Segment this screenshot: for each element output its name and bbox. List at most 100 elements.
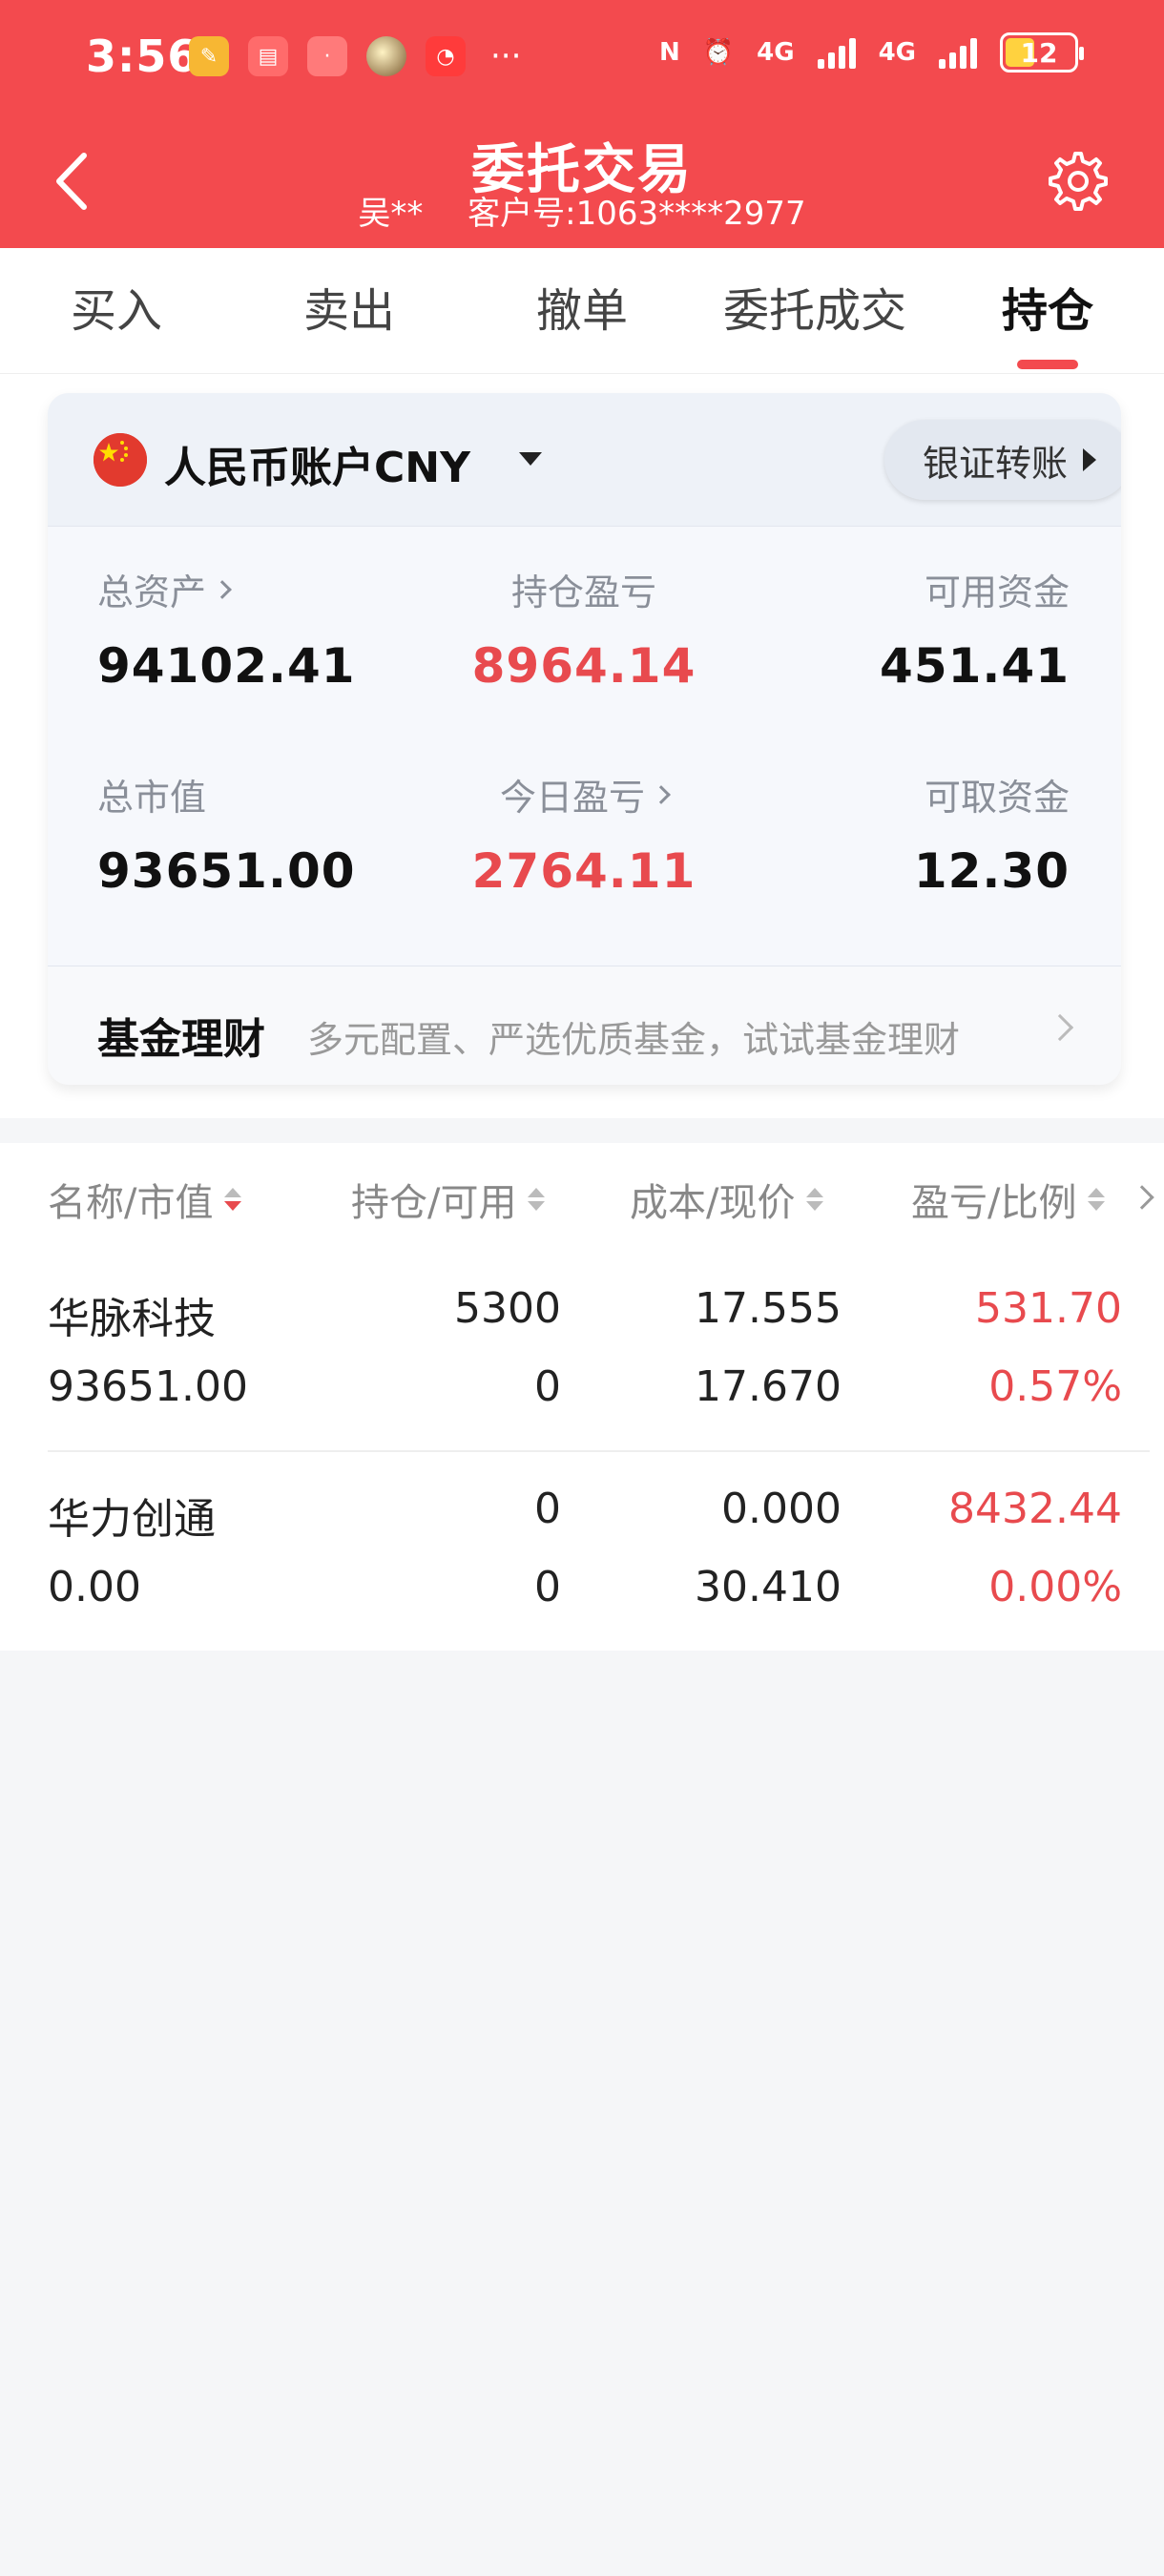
- signal-icon-2: [939, 36, 977, 69]
- tab-sell[interactable]: 卖出: [233, 248, 466, 373]
- metric-label: 总资产: [97, 563, 356, 615]
- tab-order-records[interactable]: 委托成交: [698, 248, 931, 373]
- header-position[interactable]: 持仓/可用: [351, 1172, 546, 1227]
- nfc-icon: N: [658, 38, 680, 67]
- tab-buy[interactable]: 买入: [0, 248, 233, 373]
- account-subtitle: 吴** 客户号:1063****2977: [0, 187, 1164, 234]
- more-notifications-icon: ···: [490, 37, 522, 75]
- header-bar: 3:56 ✎ ▤ · ◔ ··· N ⏰ 4G 4G 12 委托交易 吴** 客…: [0, 0, 1164, 248]
- chevron-right-icon: [652, 784, 671, 804]
- account-card: 人民币账户CNY 银证转账 总资产 94102.41 持仓盈亏 8964.14 …: [48, 393, 1121, 1085]
- market-value-value: 93651.00: [97, 843, 356, 899]
- stock-available: 0: [534, 1362, 561, 1411]
- tab-cancel-order[interactable]: 撤单: [466, 248, 698, 373]
- stock-position: 5300: [454, 1284, 561, 1333]
- withdrawable-funds-value: 12.30: [913, 843, 1070, 899]
- metric-available-funds: 可用资金 451.41: [726, 563, 1070, 694]
- chevron-right-icon[interactable]: [1130, 1185, 1154, 1210]
- sort-icon: [1088, 1188, 1106, 1211]
- network-type-1: 4G: [757, 38, 795, 67]
- user-name: 吴**: [358, 195, 424, 233]
- position-pnl-label: 持仓盈亏: [510, 571, 656, 613]
- holdings-table: 名称/市值 持仓/可用 成本/现价 盈亏/比例 华脉科技 93651.00 53…: [0, 1143, 1164, 1651]
- book-app-icon: ▤: [248, 36, 288, 76]
- chevron-right-icon: [213, 579, 232, 599]
- metric-market-value: 总市值 93651.00: [97, 768, 356, 899]
- total-assets-value: 94102.41: [97, 638, 356, 694]
- customer-id: 客户号:1063****2977: [468, 195, 806, 233]
- row-divider: [48, 1450, 1150, 1452]
- system-status: N ⏰ 4G 4G 12: [658, 32, 1084, 73]
- stock-name: 华力创通: [48, 1495, 216, 1544]
- account-selector[interactable]: 人民币账户CNY: [164, 433, 470, 494]
- header-cost[interactable]: 成本/现价: [630, 1172, 824, 1227]
- stock-pnl: 8432.44: [948, 1485, 1122, 1533]
- gear-icon: [1049, 152, 1108, 211]
- bank-transfer-label: 银证转账: [922, 442, 1068, 485]
- settings-button[interactable]: [1040, 143, 1116, 219]
- table-row[interactable]: 华力创通 0.00 0 0 0.000 30.410 8432.44 0.00%: [0, 1477, 1164, 1673]
- stock-price: 17.670: [695, 1362, 842, 1411]
- fund-title: 基金理财: [97, 1015, 265, 1064]
- header-cost-label: 成本/现价: [630, 1181, 796, 1225]
- notification-icons: ✎ ▤ · ◔ ···: [189, 36, 521, 76]
- metric-withdrawable-funds: 可取资金 12.30: [726, 768, 1070, 899]
- avatar-notification-icon: [366, 36, 406, 76]
- available-funds-value: 451.41: [880, 638, 1070, 694]
- header-position-label: 持仓/可用: [351, 1181, 517, 1225]
- stock-cost: 0.000: [721, 1485, 842, 1533]
- alarm-icon: ⏰: [702, 38, 735, 67]
- sort-icon: [528, 1188, 546, 1211]
- today-pnl-label: 今日盈亏: [499, 777, 645, 819]
- account-card-header: 人民币账户CNY 银证转账: [48, 393, 1121, 527]
- tab-positions[interactable]: 持仓: [931, 248, 1164, 373]
- signal-icon: [817, 36, 856, 69]
- metric-label: 可用资金: [726, 563, 1070, 615]
- metric-label: 总市值: [97, 768, 356, 821]
- network-type-2: 4G: [878, 38, 916, 67]
- withdrawable-funds-label: 可取资金: [924, 777, 1070, 819]
- table-row[interactable]: 华脉科技 93651.00 5300 0 17.555 17.670 531.7…: [0, 1277, 1164, 1473]
- battery-icon: 12: [1000, 32, 1084, 73]
- status-bar: 3:56 ✎ ▤ · ◔ ··· N ⏰ 4G 4G 12: [0, 0, 1164, 114]
- triangle-right-icon: [1083, 448, 1096, 471]
- app-notification-icon: ✎: [189, 36, 229, 76]
- metric-label: 持仓盈亏: [412, 563, 756, 615]
- stock-cost: 17.555: [695, 1284, 842, 1333]
- available-funds-label: 可用资金: [924, 571, 1070, 613]
- stock-pnl: 531.70: [975, 1284, 1122, 1333]
- metric-position-pnl: 持仓盈亏 8964.14: [412, 563, 756, 694]
- metric-label: 可取资金: [726, 768, 1070, 821]
- metric-today-pnl[interactable]: 今日盈亏 2764.11: [412, 768, 756, 899]
- sort-icon: [224, 1188, 242, 1211]
- status-time: 3:56: [86, 31, 199, 82]
- account-section: 人民币账户CNY 银证转账 总资产 94102.41 持仓盈亏 8964.14 …: [0, 374, 1164, 1118]
- header-name-label: 名称/市值: [48, 1181, 214, 1225]
- dropdown-caret-icon[interactable]: [519, 452, 542, 466]
- position-pnl-value: 8964.14: [471, 638, 696, 694]
- total-assets-label: 总资产: [97, 571, 207, 613]
- header-pnl-label: 盈亏/比例: [911, 1181, 1077, 1225]
- bank-transfer-button[interactable]: 银证转账: [883, 420, 1121, 500]
- today-pnl-value: 2764.11: [471, 843, 696, 899]
- sort-icon: [806, 1188, 824, 1211]
- header-name-value[interactable]: 名称/市值: [48, 1172, 242, 1227]
- fund-promo-row[interactable]: 基金理财 多元配置、严选优质基金，试试基金理财: [48, 966, 1121, 1085]
- chevron-right-icon: [1046, 1013, 1074, 1042]
- fund-description: 多元配置、严选优质基金，试试基金理财: [307, 1019, 961, 1061]
- stock-market-value: 93651.00: [48, 1362, 248, 1411]
- stock-position: 0: [534, 1485, 561, 1533]
- battery-level: 12: [1020, 36, 1058, 69]
- china-flag-icon: [94, 433, 147, 487]
- shopping-app-icon: ◔: [426, 36, 466, 76]
- metric-total-assets[interactable]: 总资产 94102.41: [97, 563, 356, 694]
- stock-pnl-ratio: 0.57%: [988, 1362, 1122, 1411]
- empty-area: [0, 1651, 1164, 2576]
- stock-available: 0: [534, 1563, 561, 1611]
- market-value-label: 总市值: [97, 777, 207, 819]
- stock-name: 华脉科技: [48, 1295, 216, 1343]
- stock-market-value: 0.00: [48, 1563, 141, 1611]
- stock-pnl-ratio: 0.00%: [988, 1563, 1122, 1611]
- trade-tabs: 买入 卖出 撤单 委托成交 持仓: [0, 248, 1164, 374]
- header-pnl[interactable]: 盈亏/比例: [911, 1172, 1106, 1227]
